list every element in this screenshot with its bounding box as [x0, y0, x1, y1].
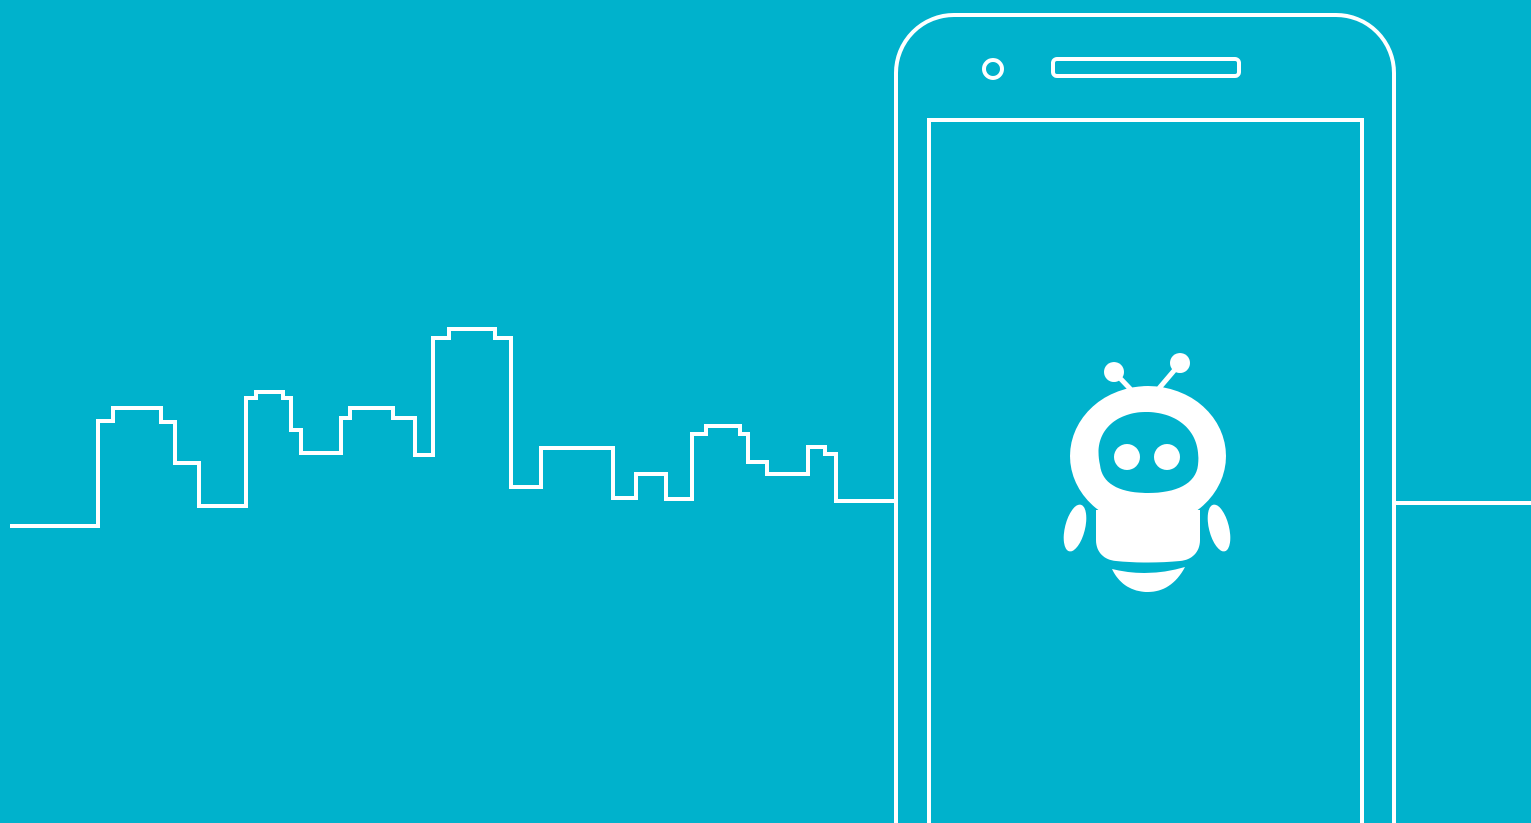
hero-illustration	[0, 0, 1531, 823]
robot-eye-right	[1154, 444, 1180, 470]
robot-body	[1096, 510, 1200, 563]
antenna-tip-right	[1170, 353, 1190, 373]
antenna-tip-left	[1104, 362, 1124, 382]
illustration-canvas	[0, 0, 1531, 823]
robot-eye-left	[1114, 444, 1140, 470]
background	[0, 0, 1531, 823]
